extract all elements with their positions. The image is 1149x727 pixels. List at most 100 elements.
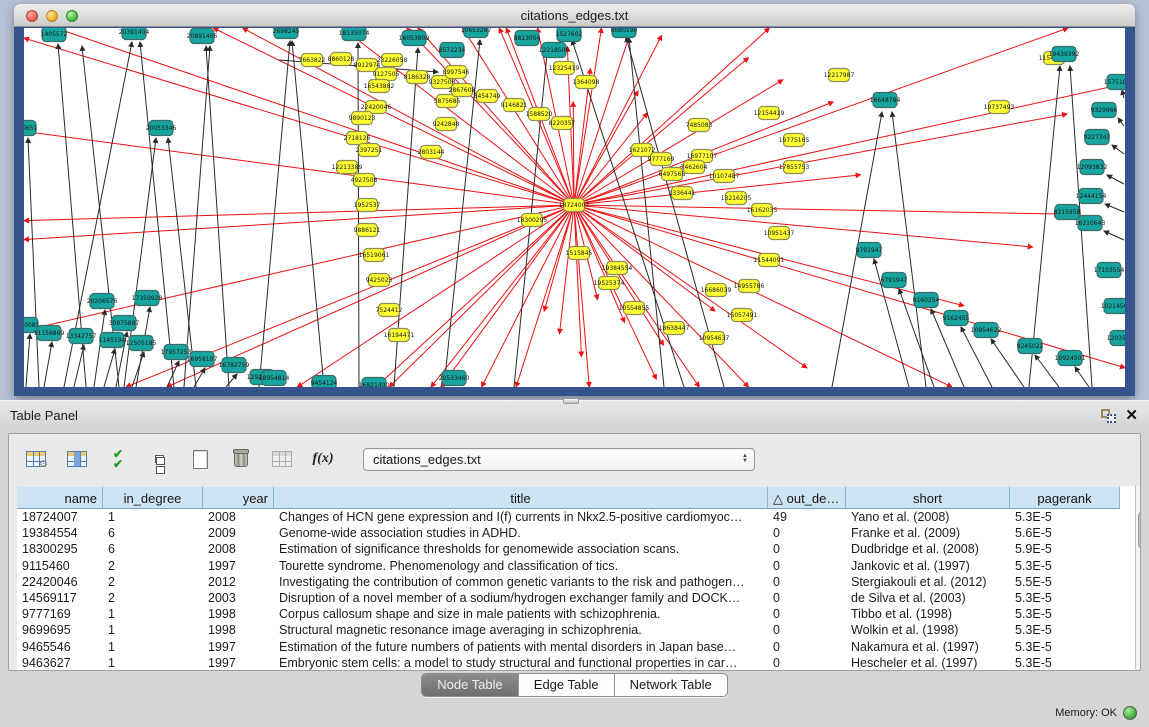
tab-edge-table[interactable]: Edge Table [518,674,614,696]
table-cell[interactable]: Changes of HCN gene expression and I(f) … [274,509,768,525]
graph-node[interactable]: 10954622 [971,323,1002,338]
graph-node[interactable]: 9227343 [1084,130,1111,145]
graph-node[interactable]: 1145194 [99,333,126,348]
delete-table-button[interactable] [269,446,295,472]
graph-node[interactable]: 10951437 [764,227,795,240]
function-builder-button[interactable]: f(x) [310,446,336,472]
graph-node[interactable]: 9454124 [311,376,338,388]
graph-node[interactable]: 9245022 [1017,339,1044,354]
table-row[interactable]: 969969511998Structural magnetic resonanc… [17,622,1135,638]
table-cell[interactable]: 6 [103,541,203,557]
table-cell[interactable]: Estimation of the future numbers of pati… [274,639,768,655]
table-cell[interactable]: 5.3E-5 [1010,655,1120,671]
graph-node[interactable]: 8186328 [404,71,431,84]
table-cell[interactable]: 0 [768,655,846,671]
table-cell[interactable]: 9777169 [17,606,103,622]
table-cell[interactable]: 1998 [203,606,274,622]
table-cell[interactable]: 0 [768,541,846,557]
graph-node[interactable]: 1588520 [526,108,553,121]
graph-node[interactable]: 9146821 [501,99,528,112]
graph-node[interactable]: 9425023 [366,274,393,287]
table-cell[interactable]: 2008 [203,541,274,557]
memory-status-indicator[interactable] [1123,706,1137,720]
graph-node[interactable]: 2698245 [273,28,300,39]
graph-node[interactable]: 20891406 [187,29,218,44]
graph-node[interactable]: 19775165 [779,134,810,147]
graph-node[interactable]: 2397251 [356,144,383,157]
network-graph[interactable]: 7663822886012889129742322605891275051654… [24,28,1125,387]
graph-node[interactable]: 9886121 [354,224,381,237]
table-cell[interactable]: Estimation of significance thresholds fo… [274,541,768,557]
table-scrollbar[interactable] [1135,486,1141,669]
graph-node[interactable]: 8220357 [549,117,576,130]
graph-node[interactable]: 19525374 [594,277,625,290]
column-header-short[interactable]: short [846,486,1010,509]
scrollbar-thumb[interactable] [1138,511,1141,549]
table-cell[interactable]: 2 [103,574,203,590]
table-cell[interactable]: Genome-wide association studies in ADHD. [274,525,768,541]
table-cell[interactable]: 2 [103,558,203,574]
close-panel-button[interactable]: ✕ [1125,406,1138,424]
table-cell[interactable]: Jankovic et al. (1997) [846,558,1010,574]
column-header-title[interactable]: title [274,486,768,509]
table-cell[interactable]: Structural magnetic resonance image aver… [274,622,768,638]
table-cell[interactable]: 5.3E-5 [1010,509,1120,525]
table-cell[interactable]: Nakamura et al. (1997) [846,639,1010,655]
table-cell[interactable]: 9699695 [17,622,103,638]
graph-node[interactable]: 7485083 [686,119,713,132]
graph-node[interactable]: 10107487 [709,170,740,183]
table-cell[interactable]: 6 [103,525,203,541]
graph-node[interactable]: 10554855 [619,302,650,315]
select-columns-button[interactable] [64,446,90,472]
tab-node-table[interactable]: Node Table [422,674,518,696]
column-header-outde[interactable]: △ out_de… [768,486,846,509]
graph-node[interactable]: 12154419 [754,107,785,120]
graph-node[interactable]: 13216205 [721,192,752,205]
graph-node[interactable]: 2867608 [449,84,476,97]
table-cell[interactable]: 0 [768,639,846,655]
graph-node[interactable]: 2336441 [669,187,696,200]
table-cell[interactable]: 5.9E-5 [1010,541,1120,557]
graph-node[interactable]: 20053346 [146,121,177,136]
graph-node[interactable]: 11544091 [754,254,785,267]
graph-node[interactable]: 9242848 [433,118,460,131]
graph-node[interactable]: 2620651 [24,121,38,136]
graph-node[interactable]: 9162455 [943,311,970,326]
graph-node[interactable]: 1515845 [566,247,593,260]
table-cell[interactable]: 5.3E-5 [1010,622,1120,638]
table-cell[interactable]: 1997 [203,655,274,671]
graph-node[interactable]: 16958107 [187,352,218,367]
table-cell[interactable]: 2009 [203,525,274,541]
graph-node[interactable]: 7524412 [376,304,403,317]
table-row[interactable]: 1830029562008Estimation of significance … [17,541,1135,557]
graph-node[interactable]: 8454749 [474,90,501,103]
graph-node[interactable]: 1527602 [556,28,583,42]
graph-node[interactable]: 10954637 [699,332,730,345]
graph-node[interactable]: 7663822 [299,54,326,67]
graph-node[interactable]: 6791947 [881,273,908,288]
graph-node[interactable]: 8680190 [611,28,638,38]
graph-node[interactable]: 12444154 [1076,189,1107,204]
graph-node[interactable]: 9777169 [648,153,675,166]
table-cell[interactable]: 0 [768,558,846,574]
graph-node[interactable]: 23226058 [377,54,408,67]
graph-node[interactable]: 1405572 [41,28,68,42]
network-canvas[interactable]: 7663822886012889129742322605891275051654… [24,28,1125,387]
table-cell[interactable]: 18724007 [17,509,103,525]
table-cell[interactable]: 1 [103,509,203,525]
table-cell[interactable]: 19384554 [17,525,103,541]
graph-node[interactable]: 9160254 [913,293,940,308]
table-row[interactable]: 1938455462009Genome-wide association stu… [17,525,1135,541]
table-row[interactable]: 946554611997Estimation of the future num… [17,639,1135,655]
graph-node[interactable]: 16648784 [870,93,901,108]
graph-node[interactable]: 8860128 [328,53,355,66]
table-cell[interactable]: 2 [103,590,203,606]
table-cell[interactable]: 0 [768,574,846,590]
graph-node[interactable]: 17103554 [1094,263,1125,278]
new-column-button[interactable] [187,446,213,472]
table-row[interactable]: 946362711997Embryonic stem cells: a mode… [17,655,1135,671]
graph-node[interactable]: 16162035 [747,204,778,217]
close-window-button[interactable] [26,10,38,22]
window-titlebar[interactable]: citations_edges.txt [14,4,1135,27]
graph-node[interactable]: 2803144 [418,146,445,159]
